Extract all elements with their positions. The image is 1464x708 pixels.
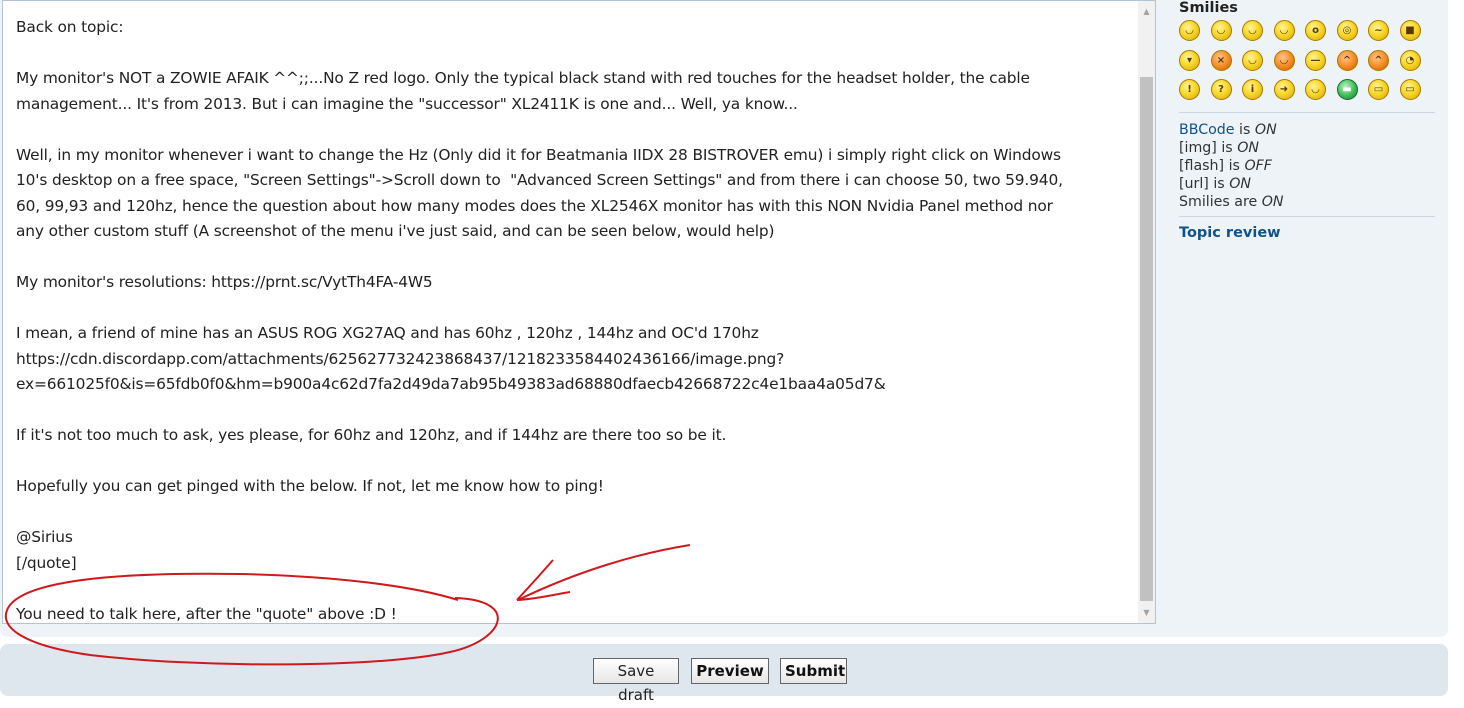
message-line bbox=[16, 245, 1138, 271]
confused-smiley-icon[interactable]: ~ bbox=[1368, 20, 1389, 41]
img-state: ON bbox=[1237, 140, 1259, 156]
message-line: If it's not too much to ask, yes please,… bbox=[16, 426, 727, 444]
smilies-state: ON bbox=[1261, 194, 1284, 210]
url-status-line: [url] is ON bbox=[1179, 176, 1251, 192]
message-line: My monitor's resolutions: https://prnt.s… bbox=[16, 273, 433, 291]
rolleyes-smiley-icon[interactable]: ◔ bbox=[1399, 49, 1421, 71]
twisted-smiley-icon[interactable]: ^ bbox=[1368, 49, 1389, 71]
message-line bbox=[16, 398, 1138, 424]
bbcode-status: BBCode is ON [img] is ON [flash] is OFF … bbox=[1179, 121, 1284, 211]
smilies-status-line: Smilies are ON bbox=[1179, 194, 1284, 210]
message-line bbox=[16, 296, 1138, 322]
message-line: My monitor's NOT a ZOWIE AFAIK ^^;;...No… bbox=[16, 69, 1030, 87]
bbcode-status-line: BBCode is ON bbox=[1179, 122, 1277, 138]
topic-review-link[interactable]: Topic review bbox=[1179, 225, 1281, 241]
scroll-up-arrow-icon[interactable]: ▲ bbox=[1138, 3, 1155, 20]
message-line: @Sirius bbox=[16, 528, 73, 546]
bbcode-state: ON bbox=[1254, 122, 1277, 138]
message-line: I mean, a friend of mine has an ASUS ROG… bbox=[16, 324, 759, 342]
eek-smiley-icon[interactable]: ◎ bbox=[1336, 20, 1358, 41]
url-state: ON bbox=[1229, 176, 1251, 192]
smilies-title: Smilies bbox=[1179, 0, 1238, 16]
ugeek-smiley-icon[interactable]: ▭ bbox=[1399, 79, 1421, 100]
message-line: 10's desktop on a free space, "Screen Se… bbox=[16, 171, 1063, 189]
idea-smiley-icon[interactable]: i bbox=[1242, 79, 1263, 100]
cool-smiley-icon[interactable]: ■ bbox=[1399, 20, 1421, 41]
message-line: 60, 99,93 and 120hz, hence the question … bbox=[16, 196, 1053, 215]
scroll-thumb[interactable] bbox=[1140, 77, 1153, 601]
message-line: Well, in my monitor whenever i want to c… bbox=[16, 145, 1061, 164]
message-line bbox=[16, 41, 1138, 67]
wink-smiley-icon[interactable]: ◡ bbox=[1242, 20, 1263, 41]
neutral2-smiley-icon[interactable]: ◡ bbox=[1305, 79, 1326, 100]
arrow-smiley-icon[interactable]: ➜ bbox=[1273, 79, 1295, 100]
divider bbox=[1179, 216, 1435, 217]
lol-smiley-icon[interactable]: ▾ bbox=[1179, 49, 1200, 71]
textarea-scrollbar[interactable]: ▲ ▼ bbox=[1138, 1, 1155, 623]
mrgreen-smiley-icon[interactable]: ▬ bbox=[1336, 79, 1358, 100]
divider bbox=[1179, 112, 1435, 113]
message-line: [/quote] bbox=[16, 553, 77, 572]
mad-smiley-icon[interactable]: × bbox=[1210, 49, 1232, 71]
img-status-line: [img] is ON bbox=[1179, 140, 1259, 156]
save-draft-button[interactable]: Save draft bbox=[593, 658, 679, 704]
bbcode-link[interactable]: BBCode bbox=[1179, 122, 1235, 138]
scroll-down-arrow-icon[interactable]: ▼ bbox=[1138, 604, 1155, 621]
message-textarea[interactable]: Back on topic: My monitor's NOT a ZOWIE A… bbox=[2, 0, 1156, 624]
laugh-smiley-icon[interactable]: ◡ bbox=[1179, 20, 1200, 41]
preview-button[interactable]: Preview bbox=[691, 658, 769, 684]
message-line bbox=[16, 449, 1138, 475]
surprised-smiley-icon[interactable]: o bbox=[1305, 20, 1326, 41]
message-line bbox=[16, 576, 1138, 602]
submit-button[interactable]: Submit bbox=[780, 658, 847, 684]
message-line: ex=661025f0&is=65fdb0f0&hm=b900a4c62d7fa… bbox=[16, 375, 886, 393]
redface-smiley-icon[interactable]: ◡ bbox=[1273, 49, 1295, 71]
razz2-smiley-icon[interactable]: ◡ bbox=[1242, 49, 1263, 71]
message-line: You need to talk here, after the "quote"… bbox=[16, 604, 397, 623]
razz-smiley-icon[interactable]: ◡ bbox=[1273, 20, 1295, 41]
message-line bbox=[16, 117, 1138, 143]
evil-smiley-icon[interactable]: ^ bbox=[1336, 49, 1358, 71]
message-line: Back on topic: bbox=[16, 18, 124, 36]
neutral-smiley-icon[interactable]: — bbox=[1305, 49, 1326, 71]
exclaim-smiley-icon[interactable]: ! bbox=[1179, 79, 1200, 100]
message-line: any other custom stuff (A screenshot of … bbox=[16, 222, 775, 240]
message-line: https://cdn.discordapp.com/attachments/6… bbox=[16, 349, 785, 368]
geek-smiley-icon[interactable]: ▭ bbox=[1368, 79, 1389, 100]
message-text[interactable]: Back on topic: My monitor's NOT a ZOWIE A… bbox=[16, 15, 1138, 623]
question-smiley-icon[interactable]: ? bbox=[1210, 79, 1232, 100]
flash-state: OFF bbox=[1244, 158, 1272, 174]
message-line: Hopefully you can get pinged with the be… bbox=[16, 477, 604, 495]
message-line bbox=[16, 500, 1138, 526]
message-line: management... It's from 2013. But i can … bbox=[16, 94, 798, 113]
flash-status-line: [flash] is OFF bbox=[1179, 158, 1272, 174]
grin-smiley-icon[interactable]: ◡ bbox=[1210, 20, 1232, 41]
submit-buttons-bar: Save draft Preview Submit bbox=[0, 644, 1448, 704]
